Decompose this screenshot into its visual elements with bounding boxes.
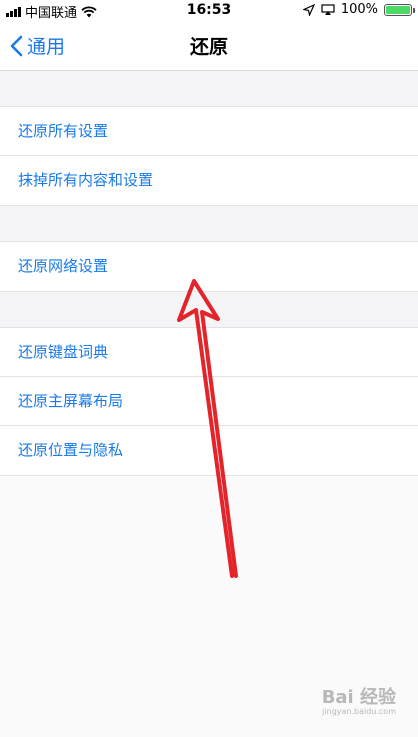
annotation-arrow — [177, 279, 238, 578]
watermark-url: jingyan.baidu.com — [322, 707, 396, 717]
watermark-brand: Bai 经验 — [321, 687, 396, 709]
watermark: Bai 经验 jingyan.baidu.com — [322, 688, 396, 717]
